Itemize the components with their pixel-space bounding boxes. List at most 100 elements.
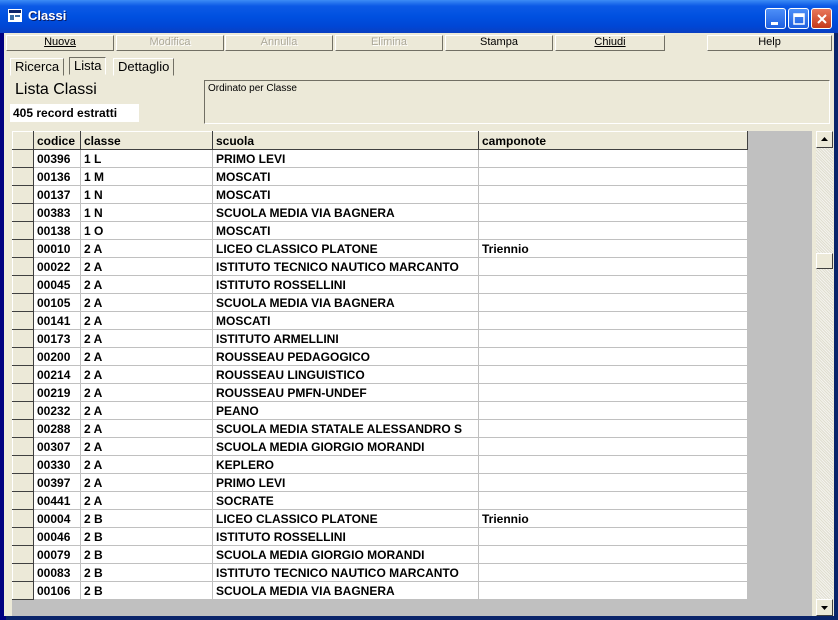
row-selector[interactable] <box>12 203 34 222</box>
table-row[interactable]: 00010 2 A LICEO CLASSICO PLATONE Triennio <box>12 239 748 258</box>
table-row[interactable]: 00141 2 A MOSCATI <box>12 311 748 330</box>
maximize-button[interactable] <box>788 8 809 29</box>
cell-camponote[interactable] <box>478 365 748 384</box>
cell-codice[interactable]: 00138 <box>33 221 81 240</box>
cell-scuola[interactable]: PEANO <box>212 401 479 420</box>
close-button[interactable] <box>811 8 832 29</box>
table-row[interactable]: 00022 2 A ISTITUTO TECNICO NAUTICO MARCANT… <box>12 257 748 276</box>
cell-camponote[interactable] <box>478 257 748 276</box>
cell-camponote[interactable] <box>478 383 748 402</box>
row-selector[interactable] <box>12 239 34 258</box>
cell-codice[interactable]: 00396 <box>33 149 81 168</box>
help-button[interactable]: Help <box>707 35 832 51</box>
cell-classe[interactable]: 2 A <box>80 293 213 312</box>
scroll-up-button[interactable] <box>816 131 833 148</box>
cell-scuola[interactable]: ISTITUTO TECNICO NAUTICO MARCANTO <box>212 257 479 276</box>
row-selector[interactable] <box>12 419 34 438</box>
table-row[interactable]: 00288 2 A SCUOLA MEDIA STATALE ALESSANDRO … <box>12 419 748 438</box>
cell-camponote[interactable] <box>478 293 748 312</box>
table-row[interactable]: 00232 2 A PEANO <box>12 401 748 420</box>
table-row[interactable]: 00105 2 A SCUOLA MEDIA VIA BAGNERA <box>12 293 748 312</box>
row-selector[interactable] <box>12 527 34 546</box>
cell-scuola[interactable]: ISTITUTO TECNICO NAUTICO MARCANTO <box>212 563 479 582</box>
table-row[interactable]: 00079 2 B SCUOLA MEDIA GIORGIO MORANDI <box>12 545 748 564</box>
cell-camponote[interactable] <box>478 347 748 366</box>
tab-lista[interactable]: Lista <box>69 57 107 75</box>
cell-scuola[interactable]: SCUOLA MEDIA GIORGIO MORANDI <box>212 437 479 456</box>
cell-scuola[interactable]: PRIMO LEVI <box>212 473 479 492</box>
cell-classe[interactable]: 2 A <box>80 257 213 276</box>
table-row[interactable]: 00219 2 A ROUSSEAU PMFN-UNDEF <box>12 383 748 402</box>
cell-classe[interactable]: 2 A <box>80 419 213 438</box>
cell-codice[interactable]: 00232 <box>33 401 81 420</box>
row-selector[interactable] <box>12 545 34 564</box>
row-selector[interactable] <box>12 509 34 528</box>
cell-classe[interactable]: 2 B <box>80 509 213 528</box>
row-selector[interactable] <box>12 329 34 348</box>
cell-scuola[interactable]: MOSCATI <box>212 185 479 204</box>
column-header-codice[interactable]: codice <box>33 131 81 150</box>
cell-classe[interactable]: 2 B <box>80 581 213 600</box>
cell-codice[interactable]: 00083 <box>33 563 81 582</box>
cell-classe[interactable]: 1 L <box>80 149 213 168</box>
cell-scuola[interactable]: MOSCATI <box>212 311 479 330</box>
row-selector[interactable] <box>12 221 34 240</box>
cell-codice[interactable]: 00022 <box>33 257 81 276</box>
cell-codice[interactable]: 00106 <box>33 581 81 600</box>
cell-camponote[interactable] <box>478 563 748 582</box>
cell-camponote[interactable] <box>478 581 748 600</box>
cell-classe[interactable]: 2 B <box>80 563 213 582</box>
modifica-button[interactable]: Modifica <box>116 35 224 51</box>
table-row[interactable]: 00004 2 B LICEO CLASSICO PLATONE Triennio <box>12 509 748 528</box>
cell-scuola[interactable]: SCUOLA MEDIA VIA BAGNERA <box>212 293 479 312</box>
cell-classe[interactable]: 2 A <box>80 311 213 330</box>
cell-codice[interactable]: 00307 <box>33 437 81 456</box>
cell-classe[interactable]: 2 A <box>80 383 213 402</box>
table-row[interactable]: 00441 2 A SOCRATE <box>12 491 748 510</box>
row-selector[interactable] <box>12 383 34 402</box>
chiudi-button[interactable]: Chiudi <box>555 35 665 51</box>
cell-scuola[interactable]: SCUOLA MEDIA VIA BAGNERA <box>212 581 479 600</box>
column-header-classe[interactable]: classe <box>80 131 213 150</box>
table-row[interactable]: 00396 1 L PRIMO LEVI <box>12 149 748 168</box>
cell-codice[interactable]: 00136 <box>33 167 81 186</box>
cell-scuola[interactable]: SCUOLA MEDIA GIORGIO MORANDI <box>212 545 479 564</box>
table-row[interactable]: 00137 1 N MOSCATI <box>12 185 748 204</box>
vertical-scrollbar[interactable] <box>816 131 833 616</box>
cell-codice[interactable]: 00397 <box>33 473 81 492</box>
row-selector[interactable] <box>12 473 34 492</box>
cell-classe[interactable]: 2 B <box>80 527 213 546</box>
cell-camponote[interactable] <box>478 149 748 168</box>
scroll-down-button[interactable] <box>816 599 833 616</box>
cell-camponote[interactable] <box>478 419 748 438</box>
cell-scuola[interactable]: ISTITUTO ARMELLINI <box>212 329 479 348</box>
cell-classe[interactable]: 1 M <box>80 167 213 186</box>
cell-camponote[interactable] <box>478 311 748 330</box>
cell-scuola[interactable]: LICEO CLASSICO PLATONE <box>212 509 479 528</box>
row-selector[interactable] <box>12 149 34 168</box>
cell-classe[interactable]: 2 A <box>80 473 213 492</box>
table-row[interactable]: 00214 2 A ROUSSEAU LINGUISTICO <box>12 365 748 384</box>
cell-codice[interactable]: 00214 <box>33 365 81 384</box>
table-row[interactable]: 00106 2 B SCUOLA MEDIA VIA BAGNERA <box>12 581 748 600</box>
row-selector[interactable] <box>12 275 34 294</box>
table-row[interactable]: 00330 2 A KEPLERO <box>12 455 748 474</box>
cell-classe[interactable]: 1 O <box>80 221 213 240</box>
row-selector[interactable] <box>12 491 34 510</box>
cell-classe[interactable]: 1 N <box>80 185 213 204</box>
tab-dettaglio[interactable]: Dettaglio <box>113 58 175 76</box>
row-selector[interactable] <box>12 581 34 600</box>
stampa-button[interactable]: Stampa <box>445 35 553 51</box>
row-selector[interactable] <box>12 401 34 420</box>
cell-camponote[interactable] <box>478 167 748 186</box>
annulla-button[interactable]: Annulla <box>225 35 333 51</box>
cell-classe[interactable]: 2 A <box>80 365 213 384</box>
cell-scuola[interactable]: ROUSSEAU PMFN-UNDEF <box>212 383 479 402</box>
cell-camponote[interactable] <box>478 491 748 510</box>
row-selector[interactable] <box>12 185 34 204</box>
table-row[interactable]: 00083 2 B ISTITUTO TECNICO NAUTICO MARCANT… <box>12 563 748 582</box>
cell-codice[interactable]: 00079 <box>33 545 81 564</box>
cell-camponote[interactable] <box>478 203 748 222</box>
minimize-button[interactable] <box>765 8 786 29</box>
cell-camponote[interactable] <box>478 185 748 204</box>
